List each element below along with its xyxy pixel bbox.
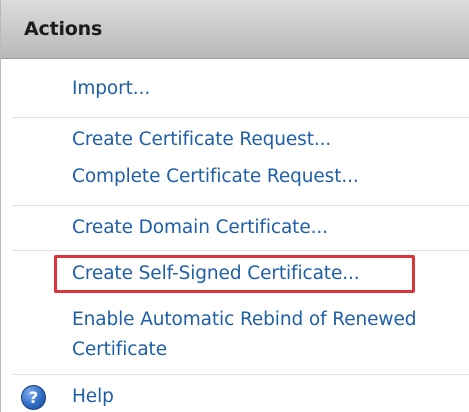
import-link[interactable]: Import... (72, 74, 150, 104)
help-link[interactable]: Help (72, 382, 114, 412)
complete-certificate-request-link[interactable]: Complete Certificate Request... (72, 162, 359, 192)
highlight-box (54, 255, 415, 293)
actions-header: Actions (1, 0, 469, 59)
separator (12, 250, 469, 251)
enable-automatic-rebind-line1: Enable Automatic Rebind of Renewed (72, 309, 417, 330)
enable-automatic-rebind-link[interactable]: Enable Automatic Rebind of Renewed Certi… (72, 305, 416, 365)
separator (12, 205, 469, 206)
enable-automatic-rebind-line2: Certificate (72, 339, 167, 360)
actions-title: Actions (24, 18, 103, 40)
separator (12, 117, 469, 118)
actions-panel: Actions Import... Create Certificate Req… (0, 0, 469, 412)
create-domain-certificate-link[interactable]: Create Domain Certificate... (72, 213, 328, 243)
help-icon[interactable]: ? (21, 385, 46, 410)
separator (12, 374, 469, 375)
create-certificate-request-link[interactable]: Create Certificate Request... (72, 125, 331, 155)
